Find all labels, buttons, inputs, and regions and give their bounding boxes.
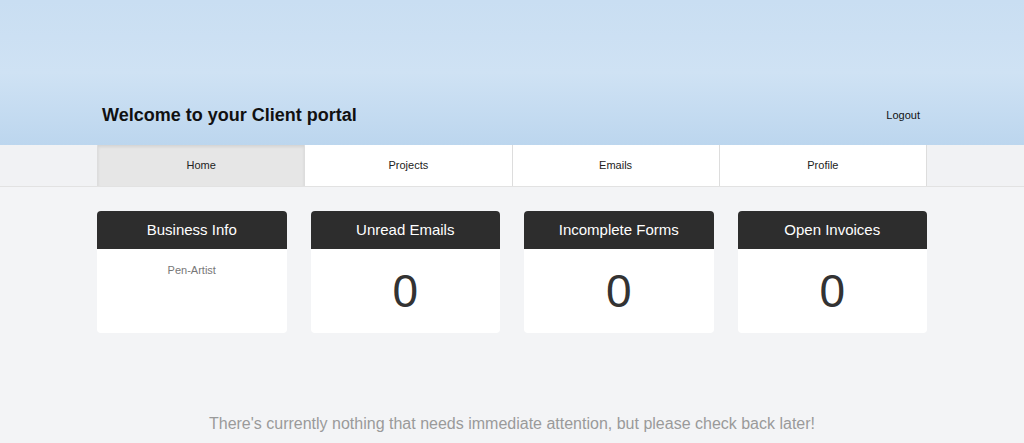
card-header: Incomplete Forms <box>524 211 714 249</box>
card-count: 0 <box>738 249 928 333</box>
business-name: Pen-Artist <box>97 249 287 333</box>
hero-banner: Welcome to your Client portal Logout <box>0 0 1024 145</box>
summary-card[interactable]: Open Invoices0 <box>738 211 928 333</box>
portal-title: Welcome to your Client portal <box>102 103 357 127</box>
nav-tab[interactable]: Home <box>98 145 305 186</box>
nav-tab[interactable]: Emails <box>513 145 720 186</box>
client-portal: Welcome to your Client portalLogoutHomeP… <box>0 0 1024 443</box>
nav-tab[interactable]: Projects <box>305 145 512 186</box>
summary-card[interactable]: Business InfoPen-Artist <box>97 211 287 333</box>
summary-card[interactable]: Unread Emails0 <box>311 211 501 333</box>
card-header: Business Info <box>97 211 287 249</box>
card-count: 0 <box>524 249 714 333</box>
card-header: Unread Emails <box>311 211 501 249</box>
card-header: Open Invoices <box>738 211 928 249</box>
logout-button[interactable]: Logout <box>886 107 920 123</box>
summary-card[interactable]: Incomplete Forms0 <box>524 211 714 333</box>
nav-tab[interactable]: Profile <box>720 145 927 186</box>
status-message: There's currently nothing that needs imm… <box>0 413 1024 435</box>
nav-bar: HomeProjectsEmailsProfile <box>0 145 1024 187</box>
cards-row: Business InfoPen-ArtistUnread Emails0Inc… <box>97 211 927 333</box>
card-count: 0 <box>311 249 501 333</box>
